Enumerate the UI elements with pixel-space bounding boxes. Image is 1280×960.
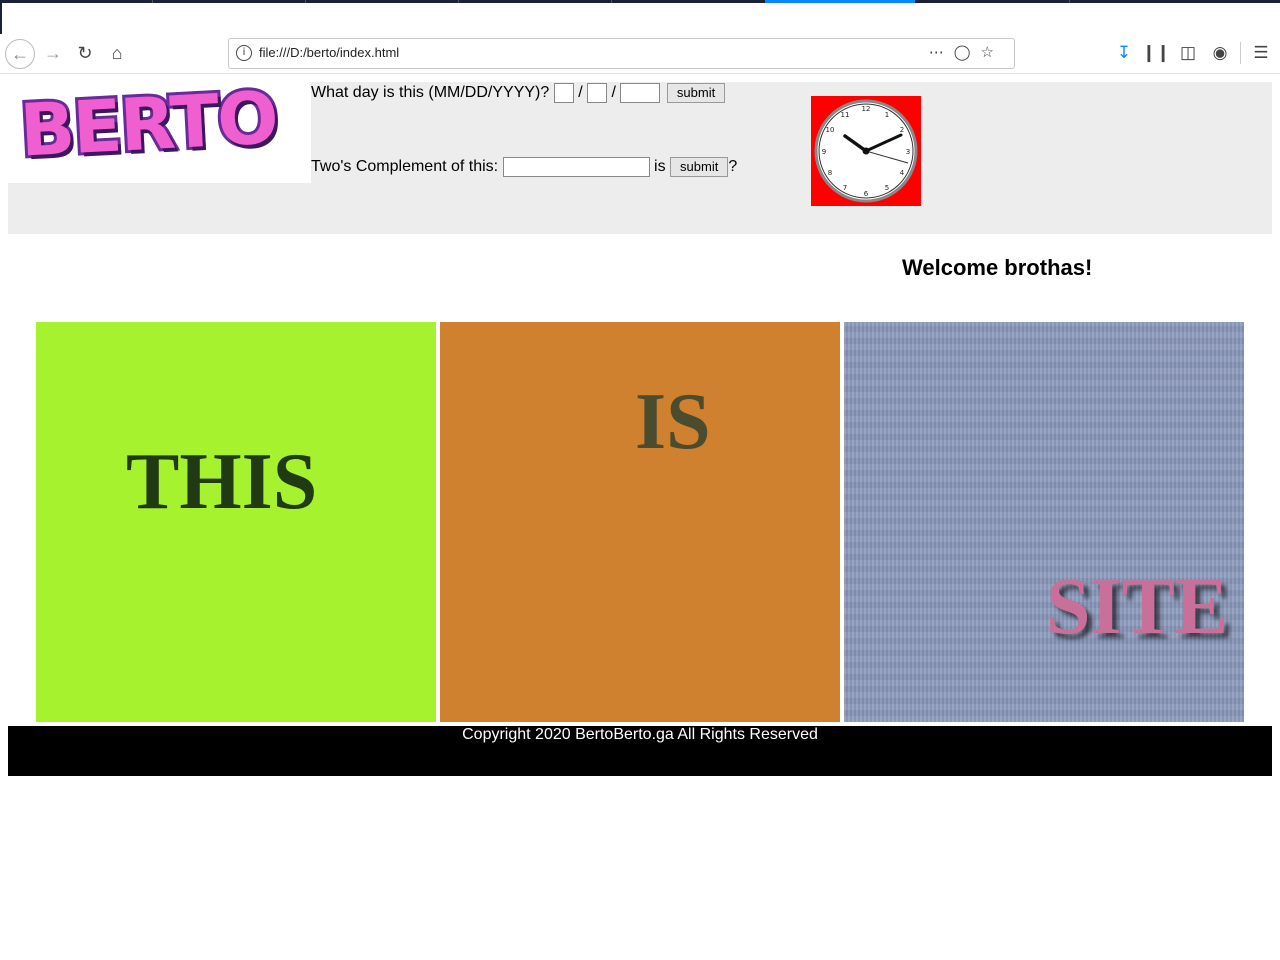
sidebar-button[interactable]: ◫ [1176, 39, 1200, 67]
home-button[interactable]: ⌂ [103, 39, 131, 67]
star-icon[interactable]: ☆ [981, 44, 1004, 61]
tab-separator [458, 0, 459, 3]
reload-icon: ↻ [77, 42, 93, 63]
arrow-right-icon: → [44, 42, 62, 63]
navigation-bar: ← → ↻ ⌂ i file:///D:/berto/index.html ⋯◯… [0, 34, 1280, 74]
twos-submit-button[interactable]: submit [670, 157, 729, 177]
panel-this-text: THIS [126, 438, 318, 526]
year-input[interactable] [620, 83, 661, 103]
download-icon: ↧ [1116, 43, 1132, 62]
twos-question-mark: ? [728, 158, 738, 176]
panel-is: IS [440, 322, 840, 722]
date-separator: / [611, 84, 616, 102]
forward-button[interactable]: → [39, 39, 67, 67]
svg-text:4: 4 [900, 169, 905, 177]
clock-widget: 12 1 2 345 678 9 10 11 [811, 96, 921, 206]
panel-this: THIS [36, 322, 436, 722]
url-text[interactable]: file:///D:/berto/index.html [259, 45, 399, 60]
panel-site: SITE [844, 322, 1244, 722]
date-separator: / [578, 84, 583, 102]
tab-separator [305, 0, 306, 3]
pocket-icon[interactable]: ◯ [954, 44, 981, 61]
home-icon: ⌂ [111, 42, 123, 63]
date-submit-button[interactable]: submit [666, 83, 726, 103]
twos-input[interactable] [502, 157, 650, 177]
svg-text:2: 2 [900, 126, 904, 134]
sidebar-icon: ◫ [1179, 43, 1197, 62]
account-icon: ◉ [1212, 43, 1228, 62]
url-bar[interactable]: i file:///D:/berto/index.html ⋯◯☆ [228, 38, 1015, 69]
svg-text:8: 8 [828, 169, 832, 177]
copyright-text: Copyright 2020 BertoBerto.ga All Rights … [462, 726, 818, 743]
tab-strip [0, 0, 1280, 34]
page-footer: Copyright 2020 BertoBerto.ga All Rights … [8, 726, 1272, 776]
day-input[interactable] [587, 83, 608, 103]
window-edge [0, 3, 2, 34]
panel-is-text: IS [635, 378, 711, 466]
welcome-heading: Welcome brothas! [902, 255, 1093, 280]
hamburger-icon: ☰ [1253, 43, 1269, 62]
more-icon[interactable]: ⋯ [929, 44, 954, 61]
svg-text:5: 5 [885, 184, 889, 192]
reload-button[interactable]: ↻ [71, 39, 99, 67]
tab-strip-edge [0, 0, 1280, 3]
toolbar-divider [1240, 42, 1241, 64]
date-prompt: What day is this (MM/DD/YYYY)? [311, 84, 550, 102]
tab-separator [1069, 0, 1070, 3]
svg-text:10: 10 [826, 126, 835, 134]
berto-logo: BERTO [8, 72, 311, 183]
page-actions: ⋯◯☆ [929, 43, 1004, 61]
svg-text:12: 12 [862, 105, 871, 113]
library-button[interactable]: ❙❙ [1141, 39, 1171, 67]
active-tab-indicator[interactable] [765, 0, 915, 3]
svg-text:1: 1 [885, 111, 889, 119]
tab-separator [611, 0, 612, 3]
logo-text: BERTO [15, 72, 282, 175]
back-button[interactable]: ← [5, 39, 35, 69]
library-icon: ❙❙ [1141, 43, 1171, 62]
twos-complement-form: Two's Complement of this: is submit? [311, 157, 737, 177]
twos-is-label: is [654, 158, 666, 176]
date-form: What day is this (MM/DD/YYYY)? / / submi… [311, 83, 726, 103]
svg-text:9: 9 [822, 148, 826, 156]
info-icon[interactable]: i [236, 45, 252, 61]
panel-site-text: SITE [1046, 563, 1229, 651]
account-button[interactable]: ◉ [1208, 39, 1232, 67]
arrow-left-icon: ← [11, 43, 29, 64]
month-input[interactable] [553, 83, 574, 103]
tab-separator [152, 0, 153, 3]
clock-icon: 1212 345 678 91011 [814, 99, 918, 203]
svg-text:3: 3 [906, 148, 910, 156]
downloads-button[interactable]: ↧ [1112, 39, 1136, 67]
menu-button[interactable]: ☰ [1249, 39, 1273, 67]
svg-text:7: 7 [843, 184, 847, 192]
twos-prompt: Two's Complement of this: [311, 158, 499, 176]
svg-text:11: 11 [841, 111, 850, 119]
svg-text:6: 6 [864, 190, 869, 198]
